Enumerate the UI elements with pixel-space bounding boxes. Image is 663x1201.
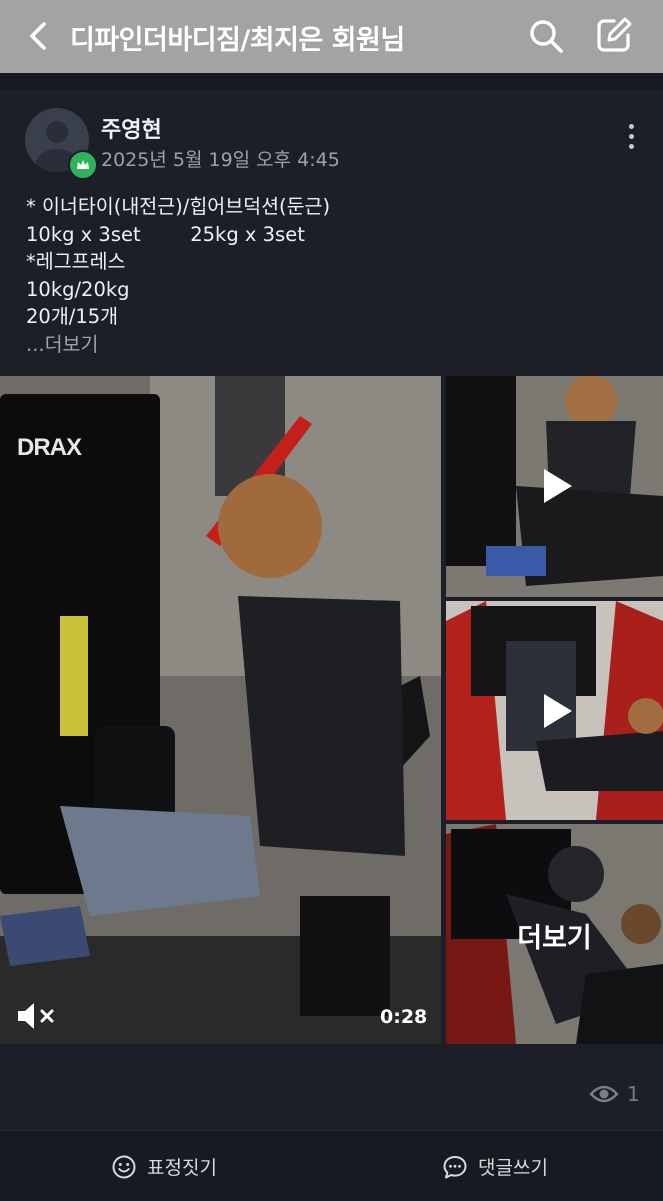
crown-icon — [77, 160, 89, 169]
search-icon[interactable] — [526, 16, 566, 56]
react-button[interactable]: 표정짓기 — [111, 1153, 217, 1180]
eye-icon — [589, 1085, 619, 1103]
smile-icon — [112, 1155, 136, 1178]
video-duration: 0:28 — [380, 1006, 428, 1028]
body-line: * 이너타이(내전근)/힙어브덕션(둔근) — [26, 195, 331, 218]
body-line: 10kg x 3set 25kg x 3set — [26, 222, 305, 246]
read-more-link[interactable]: ...더보기 — [26, 331, 636, 359]
gym-photo — [0, 376, 441, 1044]
crown-badge — [68, 150, 98, 180]
comment-icon — [443, 1155, 467, 1178]
view-count: 1 — [589, 1082, 640, 1106]
write-icon[interactable] — [593, 14, 635, 56]
body-line: 10kg/20kg — [26, 277, 130, 301]
page-title: 디파인더바디짐/최지은 회원님 — [70, 25, 405, 56]
more-options-icon[interactable] — [620, 124, 642, 156]
brand-logo: DRAX — [17, 434, 82, 461]
play-icon — [544, 694, 572, 728]
media-thumbnail-2[interactable] — [446, 601, 663, 820]
comment-button-label: 댓글쓰기 — [478, 1157, 548, 1179]
main-video[interactable]: DRAX — [0, 376, 441, 1044]
post-body: * 이너타이(내전근)/힙어브덕션(둔근) 10kg x 3set 25kg x… — [26, 193, 636, 358]
header-divider — [0, 73, 663, 90]
mute-icon[interactable] — [16, 1000, 58, 1032]
more-media-label[interactable]: 더보기 — [446, 916, 663, 955]
bottom-action-bar: 표정짓기 댓글쓰기 — [0, 1130, 663, 1201]
post-date: 2025년 5월 19일 오후 4:45 — [101, 149, 340, 171]
comment-button[interactable]: 댓글쓰기 — [442, 1153, 548, 1180]
play-icon — [544, 469, 572, 503]
view-count-number: 1 — [627, 1082, 640, 1106]
top-bar: 디파인더바디짐/최지은 회원님 — [0, 0, 663, 73]
author-name[interactable]: 주영현 — [101, 112, 162, 144]
back-icon[interactable] — [22, 19, 56, 53]
media-thumbnail-1[interactable] — [446, 376, 663, 597]
react-button-label: 표정짓기 — [147, 1157, 217, 1179]
body-line: 20개/15개 — [26, 305, 119, 328]
body-line: *레그프레스 — [26, 250, 126, 273]
media-thumbnail-3[interactable]: 더보기 — [446, 824, 663, 1044]
